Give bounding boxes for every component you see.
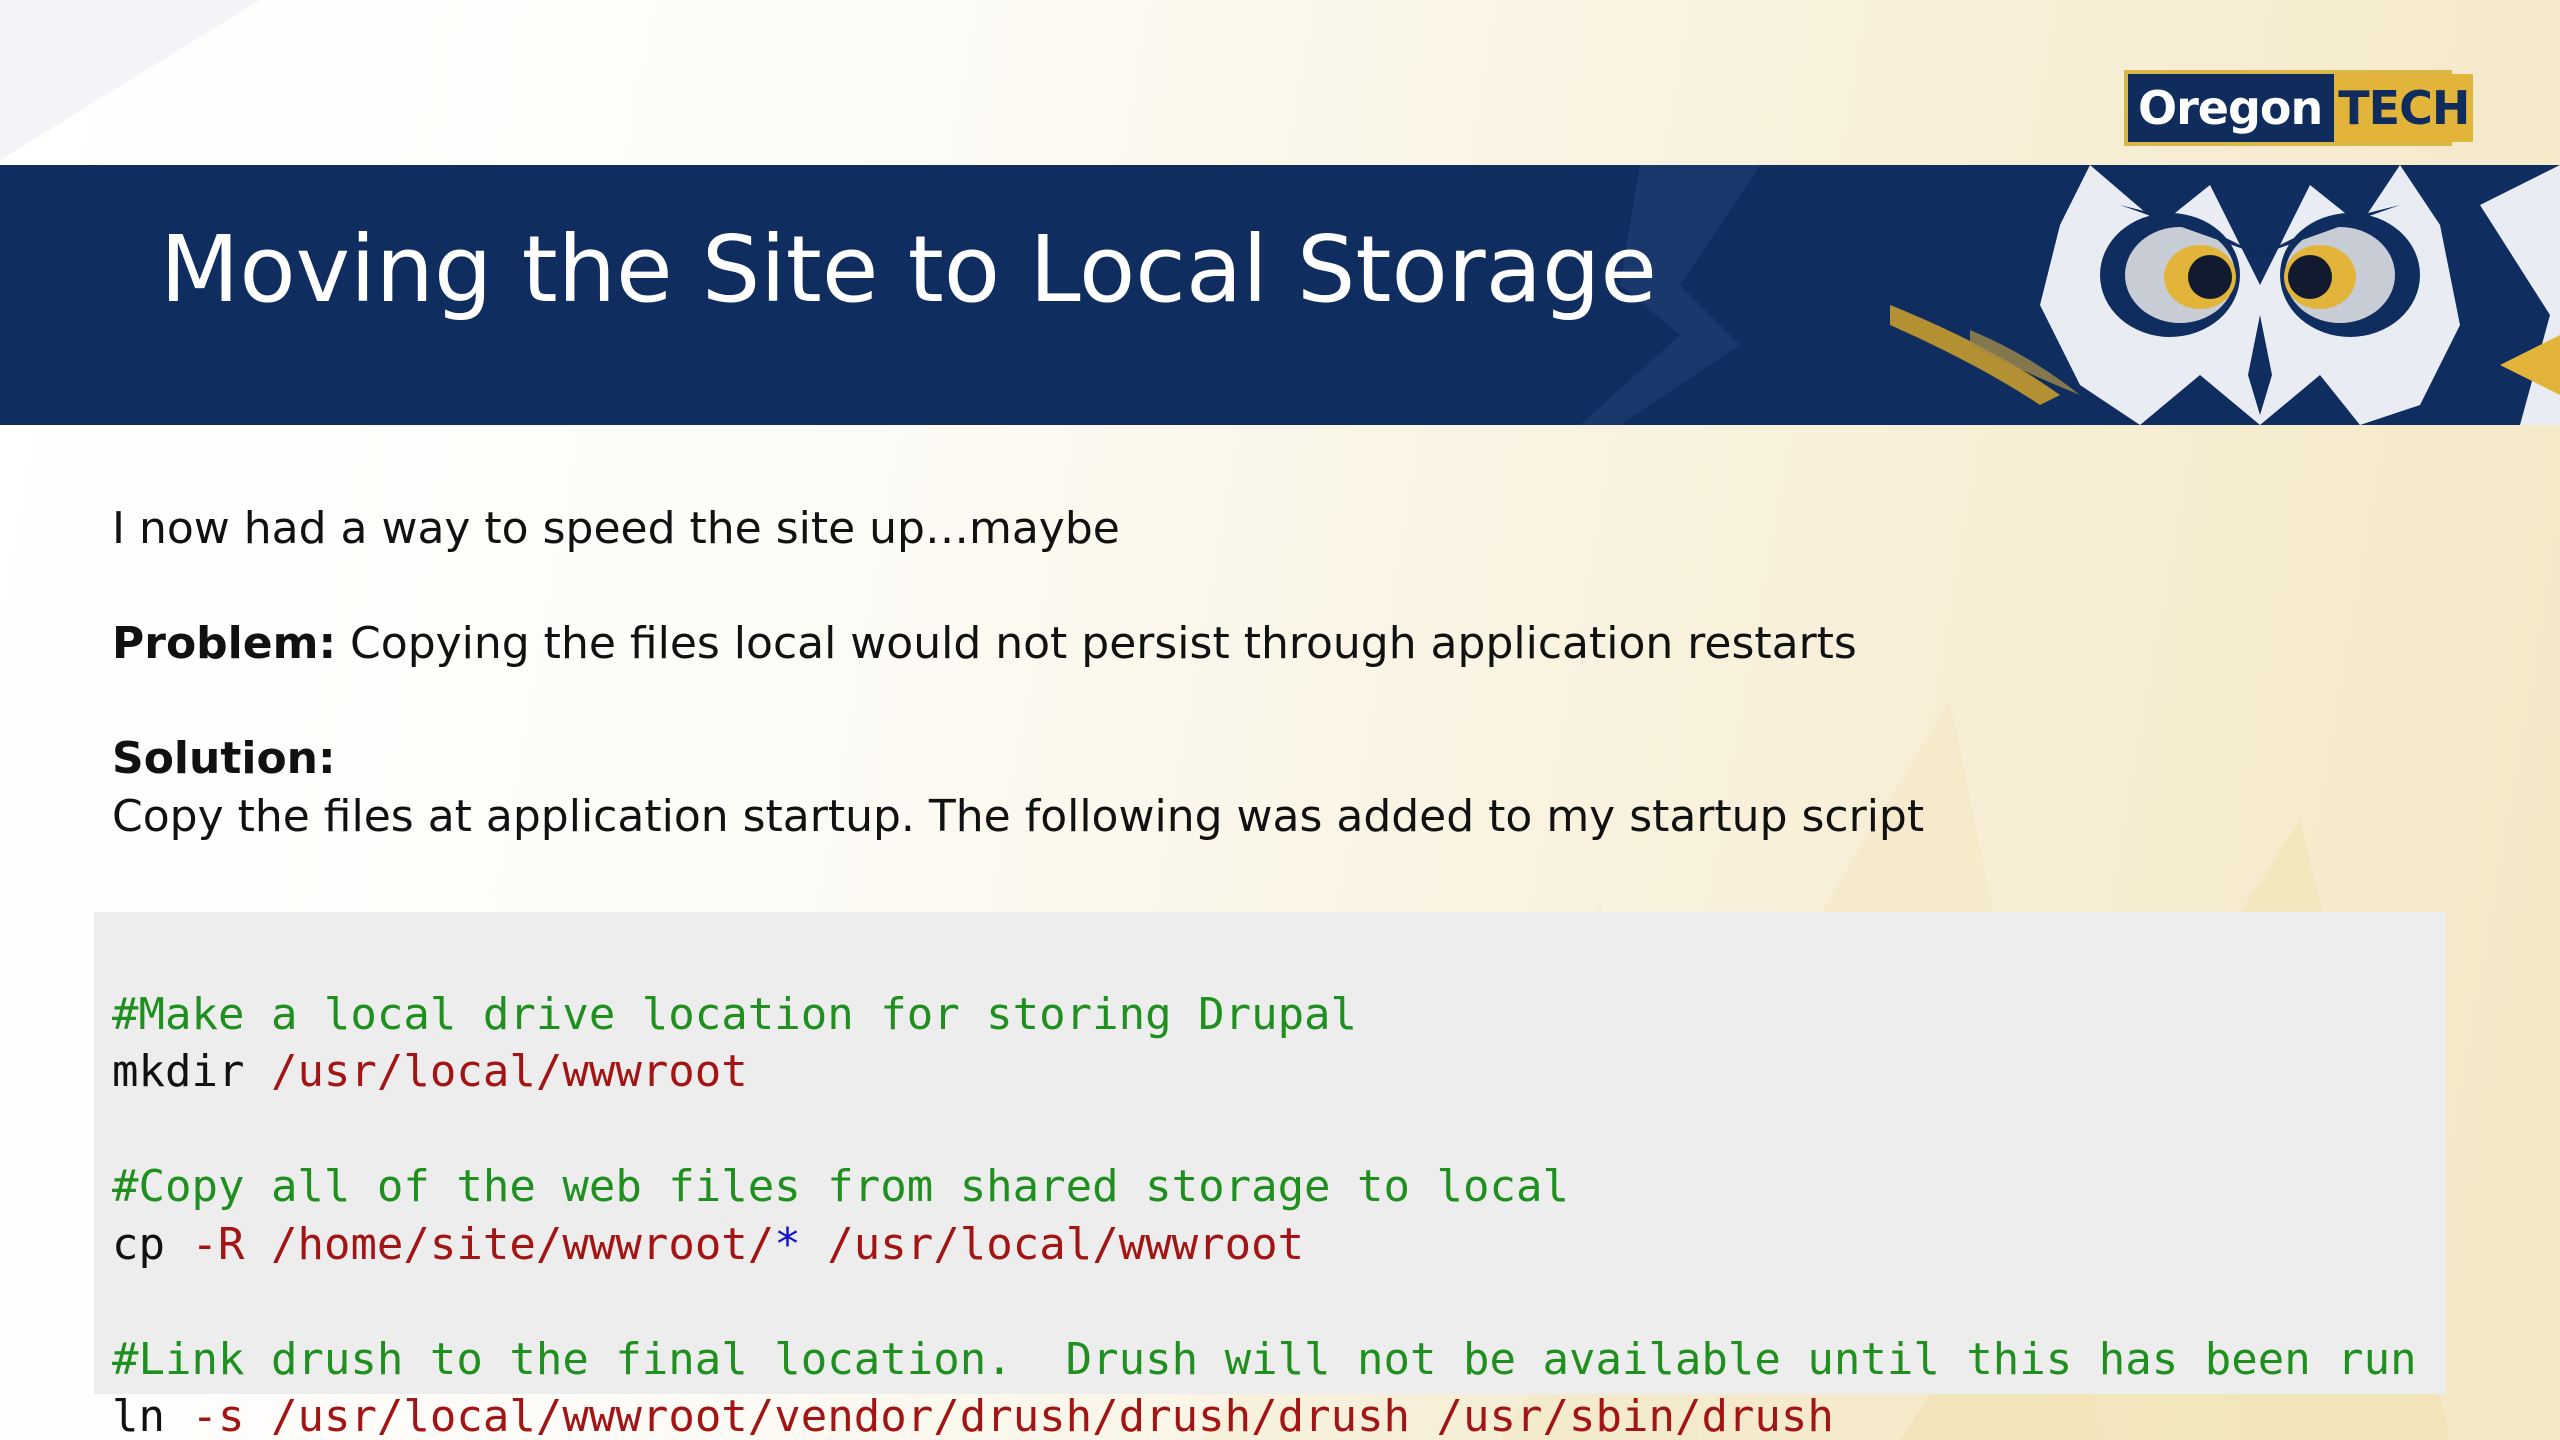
code-glob: * <box>774 1218 801 1270</box>
presentation-slide: Oregon TECH Moving the Site to Local Sto… <box>0 0 2560 1440</box>
owl-mascot-graphic <box>1580 165 2560 425</box>
code-block: #Make a local drive location for storing… <box>94 912 2446 1440</box>
slide-body: I now had a way to speed the site up…may… <box>112 500 2412 846</box>
problem-text: Copying the files local would not persis… <box>350 618 1857 669</box>
solution-label: Solution: <box>112 733 336 784</box>
code-argument: /usr/local/wwwroot <box>800 1218 1305 1270</box>
code-flag: -R <box>191 1218 271 1270</box>
code-argument: /usr/local/wwwroot <box>270 1046 748 1097</box>
logo-accent: TECH <box>2334 74 2474 142</box>
code-command: mkdir <box>112 1046 271 1097</box>
code-argument: /usr/local/wwwroot/vendor/drush/drush/dr… <box>270 1391 1834 1440</box>
title-banner: Moving the Site to Local Storage <box>0 165 2560 425</box>
code-command: cp <box>112 1218 192 1270</box>
intro-text: I now had a way to speed the site up…may… <box>112 503 1120 554</box>
code-command: ln <box>112 1391 192 1440</box>
code-flag: -s <box>191 1391 271 1440</box>
problem-statement: Problem: Copying the files local would n… <box>112 615 2412 673</box>
slide-title: Moving the Site to Local Storage <box>160 216 1657 323</box>
solution-text: Copy the files at application startup. T… <box>112 791 1925 842</box>
code-comment: #Copy all of the web files from shared s… <box>112 1161 1569 1212</box>
logo-word: Oregon <box>2138 81 2323 135</box>
code-comment: #Link drush to the final location. Drush… <box>112 1333 2417 1385</box>
oregon-tech-logo: Oregon TECH <box>2124 70 2474 146</box>
problem-label: Problem: <box>112 618 337 669</box>
code-line: mkdir /usr/local/wwwroot <box>112 1043 2446 1101</box>
code-comment: #Make a local drive location for storing… <box>112 988 1358 1040</box>
code-line: ln -s /usr/local/wwwroot/vendor/drush/dr… <box>112 1388 2446 1440</box>
code-line: cp -R /home/site/wwwroot/* /usr/local/ww… <box>112 1216 2446 1274</box>
code-argument: /home/site/wwwroot/ <box>270 1218 775 1270</box>
